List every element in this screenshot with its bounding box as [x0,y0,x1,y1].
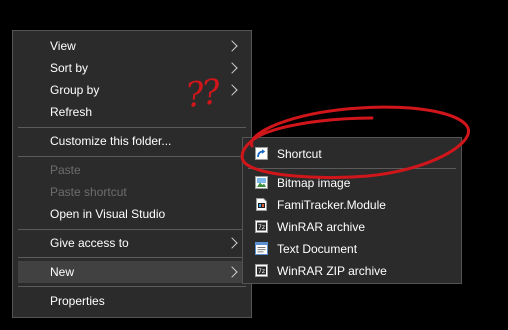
menu-item-label: Refresh [50,105,93,119]
submenu-item-label: FamiTracker.Module [277,198,386,212]
winrar-zip-icon: 7z [255,264,268,277]
svg-text:7z: 7z [258,224,265,231]
menu-item-customize-folder[interactable]: Customize this folder... [13,130,251,152]
menu-item-label: Open in Visual Studio [50,207,166,221]
menu-item-label: Customize this folder... [50,134,172,148]
menu-item-paste-shortcut: Paste shortcut [13,181,251,203]
famitracker-file-icon [256,198,267,211]
menu-item-view[interactable]: View [13,35,251,57]
menu-item-label: Sort by [50,61,89,75]
chevron-right-icon [226,84,238,96]
menu-separator [18,156,246,157]
submenu-item-label: Bitmap image [277,176,351,190]
menu-separator [18,286,246,287]
menu-item-label: Paste [50,163,81,177]
submenu-item-label: WinRAR archive [277,220,366,234]
submenu-item-winrar-zip-archive[interactable]: 7z WinRAR ZIP archive [243,260,461,282]
submenu-item-label: WinRAR ZIP archive [277,264,387,278]
svg-text:7z: 7z [258,268,265,275]
chevron-right-icon [226,266,238,278]
menu-item-open-in-visual-studio[interactable]: Open in Visual Studio [13,203,251,225]
text-document-icon [255,242,268,255]
winrar-archive-icon: 7z [255,220,268,233]
menu-item-label: Group by [50,83,100,97]
submenu-item-shortcut[interactable]: Shortcut [243,143,461,165]
submenu-item-winrar-archive[interactable]: 7z WinRAR archive [243,216,461,238]
menu-separator [18,229,246,230]
bitmap-image-icon [255,176,268,189]
chevron-right-icon [226,40,238,52]
menu-item-properties[interactable]: Properties [13,290,251,312]
shortcut-icon [255,147,268,160]
submenu-item-text-document[interactable]: Text Document [243,238,461,260]
menu-item-new[interactable]: New [18,261,246,283]
menu-separator [248,168,456,169]
menu-item-label: Properties [50,294,105,308]
menu-separator [18,127,246,128]
menu-item-label: Give access to [50,236,129,250]
menu-item-paste: Paste [13,159,251,181]
menu-item-label: New [50,265,75,279]
menu-item-label: View [50,39,76,53]
context-menu: View Sort by Group by Refresh Customize … [12,30,252,318]
chevron-right-icon [226,237,238,249]
menu-item-give-access-to[interactable]: Give access to [13,232,251,254]
question-marks-annotation: ?? [183,71,222,117]
new-submenu: Shortcut Bitmap image FamiTracker.Module… [242,137,462,284]
chevron-right-icon [226,62,238,74]
submenu-item-label: Text Document [277,242,358,256]
menu-item-label: Paste shortcut [50,185,127,199]
menu-separator [18,257,246,258]
submenu-item-label: Shortcut [277,147,322,161]
submenu-item-famitracker-module[interactable]: FamiTracker.Module [243,194,461,216]
submenu-item-bitmap-image[interactable]: Bitmap image [243,172,461,194]
